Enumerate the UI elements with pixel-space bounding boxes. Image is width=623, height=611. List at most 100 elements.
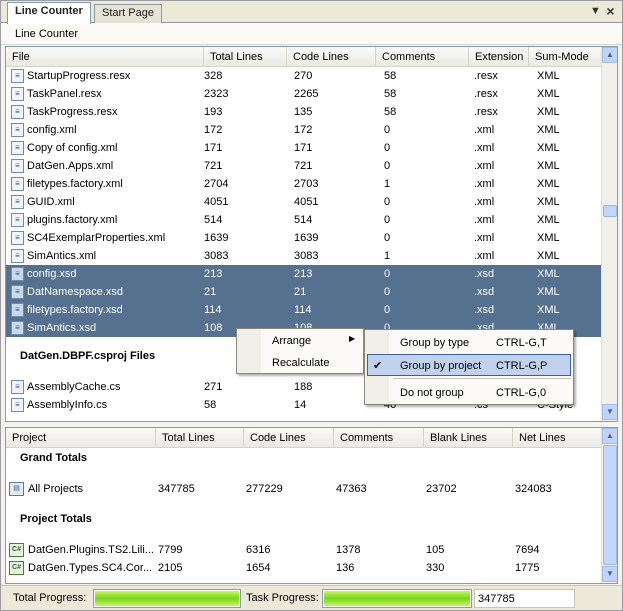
- tab-start-page[interactable]: Start Page: [94, 4, 162, 23]
- table-row[interactable]: C# DatGen.Types.SC4.Cor... 2105 1654 136 330 1…: [6, 559, 602, 577]
- cell-code: 4051: [294, 196, 319, 208]
- cell-name: TaskPanel.resx: [27, 88, 102, 100]
- column-header-net-lines[interactable]: Net Lines: [513, 428, 602, 448]
- menu-item-shortcut: CTRL-G,P: [496, 360, 548, 372]
- table-row[interactable]: C# DatGen.Plugins.TS2.Lili... 7799 6316 1378…: [6, 541, 602, 559]
- file-icon: ≡: [11, 213, 24, 227]
- cell-name: config.xsd: [27, 268, 77, 280]
- column-header-comments[interactable]: Comments: [376, 47, 469, 67]
- scroll-down-icon[interactable]: ▼: [602, 404, 617, 420]
- cell-ext: .xml: [474, 178, 495, 190]
- cell-comments: 0: [384, 286, 391, 298]
- cell-blank: 330: [426, 562, 445, 574]
- table-row[interactable]: ≡ config.xml 172 172 0 .xml XML: [6, 121, 602, 139]
- column-header-project[interactable]: Project: [6, 428, 156, 448]
- dropdown-icon[interactable]: ▼: [589, 5, 602, 18]
- menu-item-group-by-type[interactable]: Group by type CTRL-G,T: [365, 332, 573, 354]
- task-progress-bar: [322, 589, 472, 608]
- cell-ext: .xsd: [474, 268, 495, 280]
- cell-name: DatGen.Apps.xml: [27, 160, 114, 172]
- project-totals-title: Project Totals: [20, 513, 92, 525]
- total-lines-status: 347785: [474, 589, 575, 608]
- project-list-scrollbar[interactable]: ▲ ▼: [601, 428, 617, 583]
- cell-total: 172: [204, 124, 223, 136]
- table-row[interactable]: ≡ SimAntics.xml 3083 3083 1 .xml XML: [6, 247, 602, 265]
- table-row[interactable]: ≡ plugins.factory.xml 514 514 0 .xml XML: [6, 211, 602, 229]
- file-icon: ≡: [11, 231, 24, 245]
- cell-total: 514: [204, 214, 223, 226]
- cell-total: 721: [204, 160, 223, 172]
- cell-name: plugins.factory.xml: [27, 214, 118, 226]
- table-row[interactable]: ≡ SC4ExemplarProperties.xml 1639 1639 0 .xml X…: [6, 229, 602, 247]
- table-row[interactable]: ≡ TaskProgress.resx 193 135 58 .resx XML: [6, 103, 602, 121]
- cell-blank: 105: [426, 544, 445, 556]
- cell-name: TaskProgress.resx: [27, 106, 118, 118]
- table-row[interactable]: ≡ Copy of config.xml 171 171 0 .xml XML: [6, 139, 602, 157]
- column-header-code-lines[interactable]: Code Lines: [287, 47, 376, 67]
- cell-total: 58: [204, 399, 217, 411]
- table-row[interactable]: ≡ filetypes.factory.xml 2704 2703 1 .xml XML: [6, 175, 602, 193]
- cell-code: 721: [294, 160, 313, 172]
- scroll-down-icon[interactable]: ▼: [602, 566, 617, 582]
- file-icon: ≡: [11, 380, 24, 394]
- scroll-thumb[interactable]: [603, 445, 617, 565]
- column-header-blank-lines[interactable]: Blank Lines: [424, 428, 513, 448]
- cell-name: DatGen.Types.SC4.Cor...: [28, 562, 153, 574]
- cell-comments: 0: [384, 142, 391, 154]
- file-icon: ≡: [11, 141, 24, 155]
- cell-comments: 0: [384, 268, 391, 280]
- cell-ext: .xml: [474, 160, 495, 172]
- table-row[interactable]: ≡ GUID.xml 4051 4051 0 .xml XML: [6, 193, 602, 211]
- table-row[interactable]: ≡ DatGen.Apps.xml 721 721 0 .xml XML: [6, 157, 602, 175]
- column-header-total-lines[interactable]: Total Lines: [204, 47, 287, 67]
- table-row[interactable]: ≡ DatNamespace.xsd 21 21 0 .xsd XML: [6, 283, 602, 301]
- panel-title: Line Counter: [1, 23, 622, 45]
- cell-total: 328: [204, 70, 223, 82]
- cell-comments: 47363: [336, 483, 367, 495]
- menu-item-group-by-project[interactable]: ✔ Group by project CTRL-G,P: [367, 354, 571, 376]
- total-progress-fill: [95, 591, 239, 606]
- column-header-total-lines[interactable]: Total Lines: [156, 428, 244, 448]
- tab-line-counter[interactable]: Line Counter: [7, 2, 91, 24]
- column-header-code-lines[interactable]: Code Lines: [244, 428, 334, 448]
- column-header-file[interactable]: File: [6, 47, 204, 67]
- scroll-up-icon[interactable]: ▲: [602, 47, 617, 63]
- cell-mode: XML: [537, 196, 560, 208]
- cell-comments: 0: [384, 160, 391, 172]
- table-row[interactable]: ≡ StartupProgress.resx 328 270 58 .resx XML: [6, 67, 602, 85]
- cell-mode: XML: [537, 286, 560, 298]
- cell-comments: 136: [336, 562, 355, 574]
- cell-name: DatNamespace.xsd: [27, 286, 123, 298]
- scroll-thumb[interactable]: [603, 205, 617, 217]
- cell-total: 171: [204, 142, 223, 154]
- cell-mode: XML: [537, 160, 560, 172]
- cell-code: 172: [294, 124, 313, 136]
- table-row[interactable]: ▤ All Projects 347785 277229 47363 23702…: [6, 480, 602, 498]
- menu-item-do-not-group[interactable]: Do not group CTRL-G,0: [365, 382, 573, 404]
- submenu-arrow-icon: ▶: [349, 334, 356, 343]
- cell-name: SimAntics.xsd: [27, 322, 97, 334]
- column-header-sum-mode[interactable]: Sum-Mode: [529, 47, 602, 67]
- column-header-extension[interactable]: Extension: [469, 47, 529, 67]
- cell-net: 7694: [515, 544, 540, 556]
- cell-comments: 58: [384, 70, 397, 82]
- file-icon: ≡: [11, 321, 24, 335]
- csharp-project-icon: C#: [9, 561, 24, 575]
- table-row[interactable]: ≡ filetypes.factory.xsd 114 114 0 .xsd XML: [6, 301, 602, 319]
- menu-item-label: Do not group: [400, 387, 464, 399]
- tab-strip: Line Counter Start Page ▼ ×: [1, 1, 622, 24]
- cell-comments: 1: [384, 178, 391, 190]
- scroll-up-icon[interactable]: ▲: [602, 428, 617, 444]
- table-row[interactable]: ≡ TaskPanel.resx 2323 2265 58 .resx XML: [6, 85, 602, 103]
- cell-total: 1639: [204, 232, 229, 244]
- cell-comments: 1378: [336, 544, 361, 556]
- cell-name: AssemblyInfo.cs: [27, 399, 108, 411]
- column-header-comments[interactable]: Comments: [334, 428, 424, 448]
- menu-item-arrange[interactable]: Arrange ▶: [237, 330, 363, 352]
- menu-item-recalculate[interactable]: Recalculate: [237, 352, 363, 374]
- cell-mode: XML: [537, 250, 560, 262]
- close-icon[interactable]: ×: [604, 4, 617, 18]
- table-row[interactable]: ≡ config.xsd 213 213 0 .xsd XML: [6, 265, 602, 283]
- file-list-scrollbar[interactable]: ▲ ▼: [601, 47, 617, 421]
- cell-ext: .xml: [474, 196, 495, 208]
